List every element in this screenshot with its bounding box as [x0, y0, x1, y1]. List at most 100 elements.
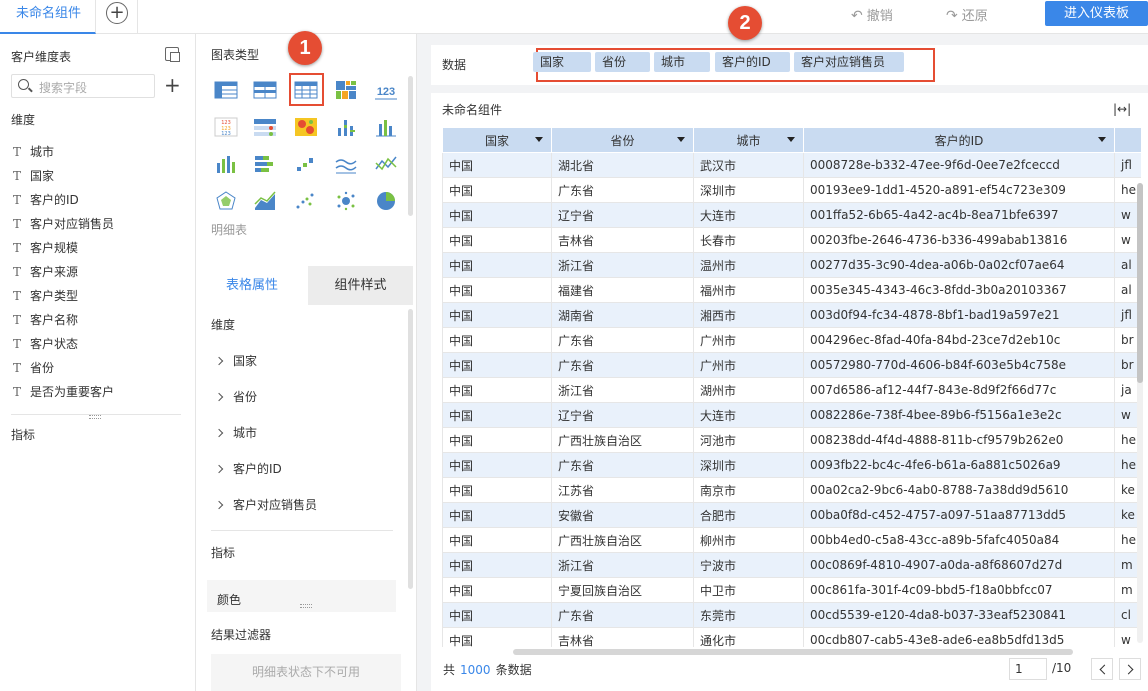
enter-dashboard-button[interactable]: 进入仪表板 [1045, 1, 1148, 26]
dimension-item[interactable]: 城市 [214, 424, 257, 441]
multi-line-icon[interactable] [374, 153, 398, 175]
table-cell: 大连市 [693, 202, 804, 228]
undo-button[interactable]: ↶ 撤销 [851, 5, 893, 24]
dropdown-arrow-icon[interactable] [677, 137, 685, 142]
page-number-input[interactable]: 1 [1009, 658, 1047, 680]
expand-columns-icon[interactable]: |↔| [1113, 102, 1131, 116]
field-item[interactable]: T 国家 [13, 167, 54, 184]
redo-button[interactable]: ↷ 还原 [946, 5, 988, 24]
table-row[interactable]: 中国 浙江省 湖州市 007d6586-af12-44f7-843e-8d9f2f66… [442, 377, 1141, 403]
table-row[interactable]: 中国 吉林省 长春市 00203fbe-2646-4736-b336-499abab1… [442, 227, 1141, 253]
add-tab-button[interactable]: + [106, 2, 128, 24]
kpi-number-icon[interactable]: 123 [374, 79, 398, 101]
data-pill[interactable]: 省份 [595, 52, 650, 72]
dropdown-arrow-icon[interactable] [787, 137, 795, 142]
radar-chart-icon[interactable] [214, 190, 238, 212]
heatmap-icon[interactable] [294, 116, 318, 138]
bubble-chart-icon[interactable] [334, 190, 358, 212]
field-item[interactable]: T 客户规模 [13, 239, 78, 256]
kpi-card-icon[interactable]: 123123123 [214, 116, 238, 138]
table-row[interactable]: 中国 广东省 深圳市 0093fb22-bc4c-4fe6-b61a-6a881c50… [442, 452, 1141, 478]
table-row[interactable]: 中国 浙江省 宁波市 00c0869f-4810-4907-a0da-a8f68607… [442, 552, 1141, 578]
table-cell: 广东省 [551, 177, 694, 203]
data-pill[interactable]: 客户的ID [715, 52, 790, 72]
dropdown-arrow-icon[interactable] [1098, 137, 1106, 142]
table-vertical-scrollbar[interactable] [1137, 183, 1143, 643]
column-header[interactable] [1114, 127, 1141, 153]
chart-type-label: 图表类型 [211, 48, 260, 62]
line-chart-icon[interactable] [334, 153, 358, 175]
pie-chart-icon[interactable] [374, 190, 398, 212]
field-item[interactable]: T 是否为重要客户 [13, 383, 114, 400]
dimension-item[interactable]: 国家 [214, 352, 257, 369]
resize-handle[interactable] [89, 415, 101, 419]
table-row[interactable]: 中国 湖北省 武汉市 0008728e-b332-47ee-9f6d-0ee7e2fc… [442, 152, 1141, 178]
add-field-button[interactable]: + [164, 74, 181, 96]
field-item[interactable]: T 客户对应销售员 [13, 215, 114, 232]
cross-table-icon[interactable] [253, 79, 277, 101]
table-row[interactable]: 中国 辽宁省 大连市 001ffa52-6b65-4a42-ac4b-8ea71bfe… [442, 202, 1141, 228]
column-header[interactable]: 国家 [442, 127, 552, 153]
scatter-chart-icon[interactable] [294, 190, 318, 212]
table-row[interactable]: 中国 湖南省 湘西市 003d0f94-fc34-4878-8bf1-bad19a59… [442, 302, 1141, 328]
field-item[interactable]: T 客户名称 [13, 311, 78, 328]
column-header[interactable]: 城市 [693, 127, 804, 153]
field-item[interactable]: T 省份 [13, 359, 54, 376]
tab-table-properties[interactable]: 表格属性 [196, 266, 308, 305]
bar-chart-icon[interactable] [374, 116, 398, 138]
table-row[interactable]: 中国 广东省 广州市 00572980-770d-4606-b84f-603e5b4c… [442, 352, 1141, 378]
column-chart-icon[interactable] [214, 153, 238, 175]
table-row[interactable]: 中国 辽宁省 大连市 0082286e-738f-4bee-89b6-f5156a1e… [442, 402, 1141, 428]
table-cell: 吉林省 [551, 627, 694, 647]
table-row[interactable]: 中国 浙江省 温州市 00277d35-3c90-4dea-a06b-0a02cf07… [442, 252, 1141, 278]
table-row[interactable]: 中国 广东省 广州市 004296ec-8fad-40fa-84bd-23ce7d2e… [442, 327, 1141, 353]
table-row[interactable]: 中国 吉林省 通化市 00cdb807-cab5-43e8-ade6-ea8b5dfd… [442, 627, 1141, 647]
detail-table-icon[interactable] [294, 79, 318, 101]
page-total: /10 [1052, 661, 1072, 675]
stacked-bar-icon[interactable] [334, 116, 358, 138]
field-item[interactable]: T 客户类型 [13, 287, 78, 304]
grouped-table-icon[interactable] [214, 79, 238, 101]
dimension-item[interactable]: 省份 [214, 388, 257, 405]
table-row[interactable]: 中国 江苏省 南京市 00a02ca2-9bc6-4ab0-8788-7a38dd9d… [442, 477, 1141, 503]
table-horizontal-scrollbar[interactable] [513, 649, 1073, 655]
dimension-item[interactable]: 客户的ID [214, 460, 282, 477]
table-row[interactable]: 中国 广西壮族自治区 河池市 008238dd-4f4d-4888-811b-cf95… [442, 427, 1141, 453]
field-item[interactable]: T 客户来源 [13, 263, 78, 280]
resize-handle[interactable] [300, 604, 312, 608]
horizontal-stacked-icon[interactable] [253, 153, 277, 175]
area-chart-icon[interactable] [253, 190, 277, 212]
treemap-icon[interactable] [334, 79, 358, 101]
chart-list-scrollbar[interactable] [408, 76, 413, 216]
field-item[interactable]: T 客户的ID [13, 191, 79, 208]
progress-table-icon[interactable] [253, 116, 277, 138]
switch-table-icon[interactable] [165, 47, 180, 62]
column-header[interactable]: 客户的ID [803, 127, 1115, 153]
field-item[interactable]: T 客户状态 [13, 335, 78, 352]
column-header[interactable]: 省份 [551, 127, 694, 153]
table-cell: 中国 [442, 602, 552, 628]
data-pill[interactable]: 城市 [654, 52, 710, 72]
tab-unnamed-component[interactable]: 未命名组件 [0, 0, 96, 34]
scrollbar-thumb[interactable] [1137, 183, 1143, 383]
waterfall-icon[interactable] [294, 153, 318, 175]
dimension-item[interactable]: 客户对应销售员 [214, 496, 317, 513]
field-item[interactable]: T 城市 [13, 143, 54, 160]
property-scrollbar[interactable] [408, 309, 413, 589]
data-pill[interactable]: 国家 [533, 52, 591, 72]
table-row[interactable]: 中国 广西壮族自治区 柳州市 00bb4ed0-c5a8-43cc-a89b-5faf… [442, 527, 1141, 553]
tab-component-style[interactable]: 组件样式 [308, 266, 413, 305]
data-pill[interactable]: 客户对应销售员 [794, 52, 904, 72]
table-row[interactable]: 中国 安徽省 合肥市 00ba0f8d-c452-4757-a097-51aa8771… [442, 502, 1141, 528]
next-page-button[interactable] [1119, 658, 1141, 680]
prev-page-button[interactable] [1091, 658, 1113, 680]
table-cell: 00bb4ed0-c5a8-43cc-a89b-5fafc4050a84 [803, 527, 1115, 553]
table-row[interactable]: 中国 广东省 东莞市 00cd5539-e120-4da8-b037-33eaf523… [442, 602, 1141, 628]
field-search-input[interactable]: 搜索字段 [11, 74, 155, 98]
table-row[interactable]: 中国 宁夏回族自治区 中卫市 00c861fa-301f-4c09-bbd5-f18a… [442, 577, 1141, 603]
table-row[interactable]: 中国 广东省 深圳市 00193ee9-1dd1-4520-a891-ef54c723… [442, 177, 1141, 203]
table-cell: 中卫市 [693, 577, 804, 603]
dropdown-arrow-icon[interactable] [535, 137, 543, 142]
table-row[interactable]: 中国 福建省 福州市 0035e345-4343-46c3-8fdd-3b0a2010… [442, 277, 1141, 303]
text-type-icon: T [13, 241, 22, 255]
